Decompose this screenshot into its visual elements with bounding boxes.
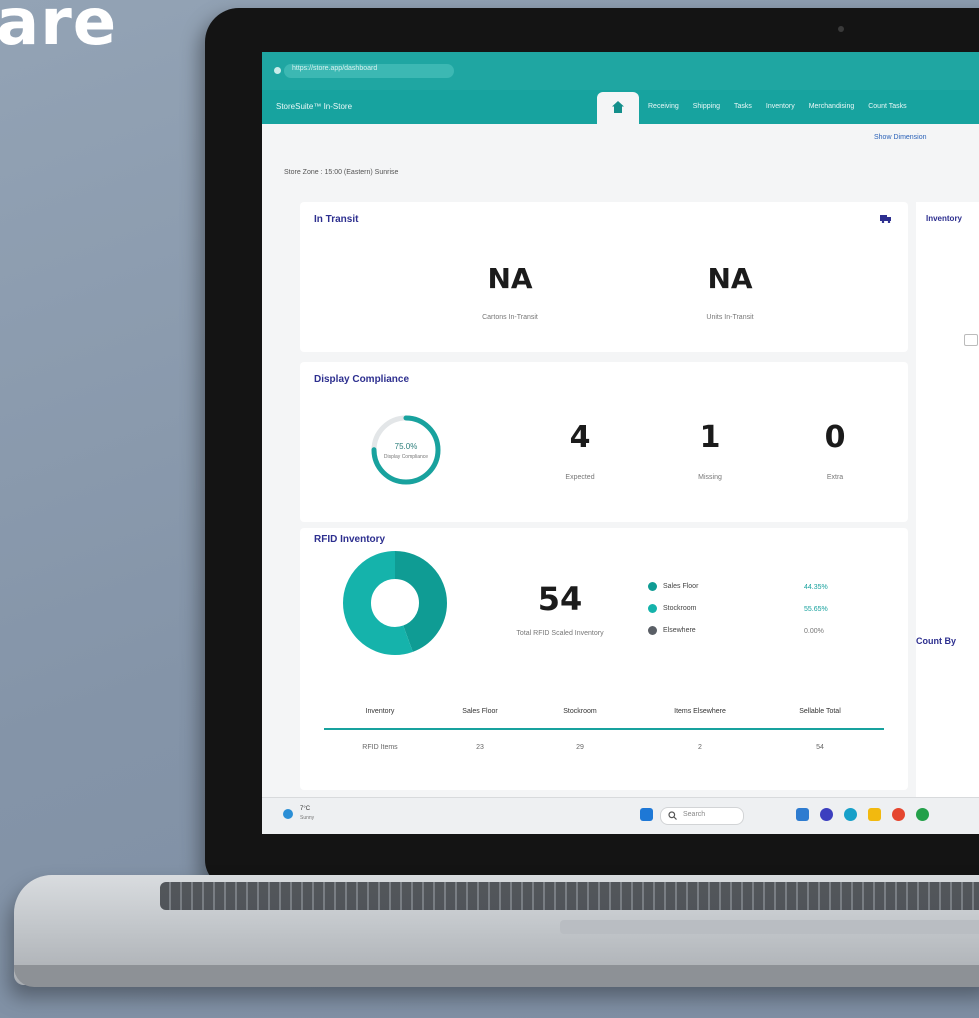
missing-label: Missing bbox=[698, 474, 722, 481]
start-icon[interactable] bbox=[640, 808, 653, 821]
table-header-sellable-total: Sellable Total bbox=[799, 708, 841, 715]
browser-back-icon[interactable] bbox=[274, 67, 281, 74]
display-compliance-card: Display Compliance 75.0% Display Complia… bbox=[300, 362, 908, 522]
gauge-percent: 75.0% bbox=[394, 442, 418, 451]
rfid-total-label: Total RFID Scaled Inventory bbox=[516, 630, 604, 637]
browser-toolbar: https://store.app/dashboard bbox=[262, 52, 979, 90]
rfid-donut-chart bbox=[343, 551, 447, 655]
display-compliance-title: Display Compliance bbox=[314, 374, 410, 385]
file-explorer-icon[interactable] bbox=[868, 808, 881, 821]
legend-pct-elsewhere: 0.00% bbox=[804, 628, 824, 635]
extra-label: Extra bbox=[826, 474, 844, 481]
nav-item-tasks[interactable]: Tasks bbox=[734, 103, 752, 110]
edge-icon[interactable] bbox=[844, 808, 857, 821]
trackpad bbox=[560, 920, 979, 934]
show-dimension-button[interactable]: Show Dimension bbox=[874, 134, 927, 141]
extra-value: 0 bbox=[824, 420, 846, 455]
in-transit-title: In Transit bbox=[314, 214, 359, 225]
right-column: Inventory Count By bbox=[916, 202, 979, 802]
table-header-stockroom: Stockroom bbox=[563, 708, 597, 715]
units-in-transit-label: Units In-Transit bbox=[706, 314, 754, 321]
legend-elsewhere: Elsewhere bbox=[648, 626, 696, 635]
taskbar-search[interactable]: Search bbox=[660, 807, 744, 825]
chat-icon[interactable] bbox=[820, 808, 833, 821]
expected-value: 4 bbox=[569, 420, 591, 455]
webcam bbox=[838, 26, 844, 32]
keyboard bbox=[160, 882, 979, 910]
nav-item-shipping[interactable]: Shipping bbox=[693, 103, 720, 110]
table-cell: 54 bbox=[816, 744, 824, 751]
table-divider bbox=[324, 728, 884, 730]
cartons-in-transit-value: NA bbox=[487, 262, 533, 295]
os-taskbar: 7°C Sunny Search bbox=[262, 797, 979, 834]
app-name: StoreSuite™ In-Store bbox=[276, 102, 353, 111]
table-cell: 23 bbox=[476, 744, 484, 751]
search-placeholder: Search bbox=[683, 811, 706, 818]
home-tab[interactable] bbox=[597, 92, 639, 124]
legend-dot-icon bbox=[648, 582, 657, 591]
dropdown-stub[interactable] bbox=[964, 334, 978, 346]
inventory-card-title: Inventory bbox=[926, 214, 963, 223]
legend-label: Sales Floor bbox=[663, 583, 699, 590]
legend-label: Stockroom bbox=[663, 605, 697, 612]
table-header-items-elsewhere: Items Elsewhere bbox=[674, 708, 726, 715]
cartons-in-transit-label: Cartons In-Transit bbox=[482, 314, 538, 321]
rfid-inventory-title: RFID Inventory bbox=[314, 534, 386, 545]
laptop-base-edge bbox=[14, 965, 979, 987]
legend-stockroom: Stockroom bbox=[648, 604, 696, 613]
laptop-screen: https://store.app/dashboard StoreSuite™ … bbox=[262, 52, 979, 834]
task-view-icon[interactable] bbox=[796, 808, 809, 821]
expected-label: Expected bbox=[565, 474, 595, 481]
app-icon[interactable] bbox=[916, 808, 929, 821]
nav-item-receiving[interactable]: Receiving bbox=[648, 103, 679, 110]
in-transit-card: In Transit NA Cartons In-Transit NA Unit… bbox=[300, 202, 908, 352]
headline-text: are bbox=[0, 0, 118, 60]
legend-sales-floor: Sales Floor bbox=[648, 582, 698, 591]
missing-value: 1 bbox=[699, 420, 721, 455]
nav-item-merchandising[interactable]: Merchandising bbox=[809, 103, 855, 110]
legend-label: Elsewhere bbox=[663, 627, 696, 634]
main-nav: Receiving Shipping Tasks Inventory Merch… bbox=[648, 103, 907, 110]
nav-item-inventory[interactable]: Inventory bbox=[766, 103, 795, 110]
units-in-transit-value: NA bbox=[707, 262, 753, 295]
office-icon[interactable] bbox=[892, 808, 905, 821]
gauge-label: Display Compliance bbox=[383, 454, 429, 460]
weather-icon[interactable] bbox=[280, 806, 296, 822]
search-icon bbox=[668, 811, 677, 820]
address-bar-text: https://store.app/dashboard bbox=[292, 65, 378, 72]
legend-dot-icon bbox=[648, 626, 657, 635]
store-info: Store Zone : 15:00 (Eastern) Sunrise bbox=[284, 169, 399, 176]
table-cell: 29 bbox=[576, 744, 584, 751]
nav-item-count-tasks[interactable]: Count Tasks bbox=[868, 103, 906, 110]
legend-dot-icon bbox=[648, 604, 657, 613]
table-header-inventory: Inventory bbox=[365, 708, 395, 715]
legend-pct-stockroom: 55.65% bbox=[804, 606, 828, 613]
rfid-inventory-card: RFID Inventory 54 Total RFID Scaled Inve… bbox=[300, 528, 908, 790]
legend-pct-sales-floor: 44.35% bbox=[804, 584, 828, 591]
table-cell: RFID Items bbox=[362, 744, 398, 751]
table-cell: 2 bbox=[698, 744, 702, 751]
truck-icon bbox=[880, 215, 891, 223]
table-header-sales-floor: Sales Floor bbox=[462, 708, 498, 715]
count-by-title: Count By bbox=[916, 636, 956, 646]
weather-temp: 7°C bbox=[300, 806, 311, 812]
home-icon bbox=[612, 101, 624, 113]
weather-desc: Sunny bbox=[300, 815, 315, 821]
rfid-total-value: 54 bbox=[537, 580, 583, 618]
